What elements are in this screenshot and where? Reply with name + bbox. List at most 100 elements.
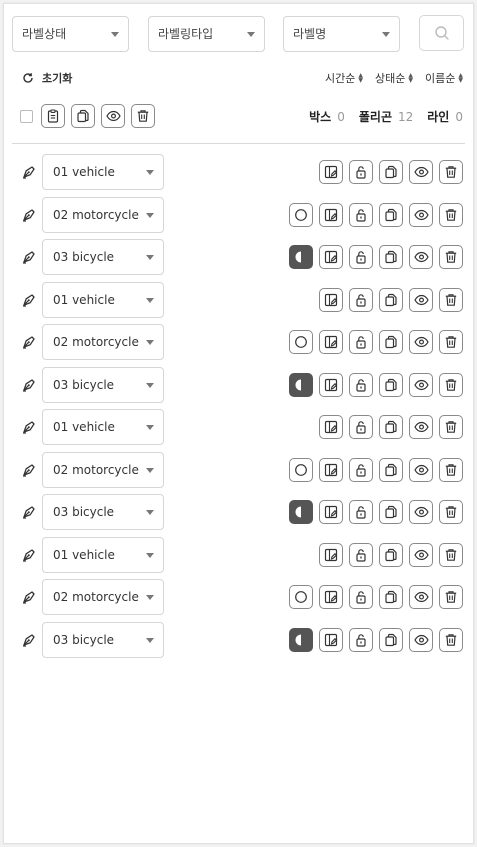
lock-button[interactable] [349, 542, 373, 567]
delete-button[interactable] [439, 287, 463, 312]
row-label-select[interactable]: 02 motorcycle [42, 324, 164, 360]
delete-button[interactable] [439, 330, 463, 354]
copy-button[interactable] [379, 287, 403, 312]
edit-note-button[interactable] [319, 372, 343, 397]
edit-note-button[interactable] [319, 542, 343, 567]
status-toggle-button[interactable] [289, 372, 313, 397]
pen-tool-button[interactable] [21, 504, 37, 520]
status-toggle-button[interactable] [289, 500, 313, 524]
copy-button[interactable] [379, 330, 403, 354]
pen-tool-button[interactable] [21, 462, 37, 478]
visibility-button[interactable] [409, 245, 433, 269]
pen-tool-button[interactable] [21, 292, 37, 308]
row-label-select[interactable]: 01 vehicle [42, 536, 164, 573]
lock-button[interactable] [349, 160, 373, 184]
sort-name-button[interactable]: 이름순 ▲ ▼ [425, 70, 463, 86]
pen-tool-button[interactable] [21, 419, 37, 435]
row-label-select[interactable]: 01 vehicle [42, 154, 164, 190]
clipboard-button[interactable] [41, 104, 65, 128]
label-status-select[interactable]: 라벨상태 [12, 15, 129, 52]
copy-button[interactable] [379, 372, 403, 397]
visibility-button[interactable] [409, 415, 433, 439]
row-label-select[interactable]: 03 bicycle [42, 366, 164, 403]
delete-button[interactable] [439, 160, 463, 184]
lock-button[interactable] [349, 202, 373, 227]
row-label-select[interactable]: 02 motorcycle [42, 196, 164, 233]
delete-all-button[interactable] [131, 104, 155, 128]
status-toggle-button[interactable] [289, 585, 313, 609]
visibility-button[interactable] [409, 287, 433, 312]
edit-note-button[interactable] [319, 330, 343, 354]
lock-button[interactable] [349, 245, 373, 269]
edit-note-button[interactable] [319, 457, 343, 482]
row-label-select[interactable]: 03 bicycle [42, 239, 164, 275]
edit-note-button[interactable] [319, 500, 343, 524]
copy-button[interactable] [379, 542, 403, 567]
select-all-checkbox[interactable] [20, 109, 33, 123]
status-toggle-button[interactable] [289, 627, 313, 652]
lock-button[interactable] [349, 330, 373, 354]
pen-tool-button[interactable] [21, 547, 37, 563]
row-label-select[interactable]: 02 motorcycle [42, 579, 164, 615]
delete-button[interactable] [439, 457, 463, 482]
row-label-select[interactable]: 01 vehicle [42, 281, 164, 318]
search-button[interactable] [419, 15, 464, 51]
pen-tool-button[interactable] [21, 164, 37, 180]
copy-button[interactable] [379, 245, 403, 269]
delete-button[interactable] [439, 415, 463, 439]
lock-button[interactable] [349, 415, 373, 439]
edit-note-button[interactable] [319, 202, 343, 227]
lock-button[interactable] [349, 585, 373, 609]
row-label-select[interactable]: 01 vehicle [42, 409, 164, 445]
status-toggle-button[interactable] [289, 202, 313, 227]
row-label-select[interactable]: 02 motorcycle [42, 451, 164, 488]
lock-button[interactable] [349, 372, 373, 397]
visibility-button[interactable] [409, 627, 433, 652]
visibility-button[interactable] [409, 372, 433, 397]
copy-button[interactable] [379, 202, 403, 227]
visibility-button[interactable] [409, 585, 433, 609]
visibility-button[interactable] [409, 160, 433, 184]
delete-button[interactable] [439, 585, 463, 609]
delete-button[interactable] [439, 627, 463, 652]
status-toggle-button[interactable] [289, 457, 313, 482]
sort-time-button[interactable]: 시간순 ▲ ▼ [325, 70, 363, 86]
delete-button[interactable] [439, 500, 463, 524]
lock-button[interactable] [349, 287, 373, 312]
visibility-button[interactable] [409, 457, 433, 482]
pen-tool-button[interactable] [21, 377, 37, 393]
pen-tool-button[interactable] [21, 207, 37, 223]
copy-button[interactable] [379, 457, 403, 482]
edit-note-button[interactable] [319, 627, 343, 652]
show-all-button[interactable] [101, 104, 125, 128]
copy-button[interactable] [379, 585, 403, 609]
visibility-button[interactable] [409, 542, 433, 567]
status-toggle-button[interactable] [289, 330, 313, 354]
status-toggle-button[interactable] [289, 245, 313, 269]
delete-button[interactable] [439, 245, 463, 269]
visibility-button[interactable] [409, 202, 433, 227]
pen-tool-button[interactable] [21, 249, 37, 265]
lock-button[interactable] [349, 500, 373, 524]
pen-tool-button[interactable] [21, 334, 37, 350]
edit-note-button[interactable] [319, 415, 343, 439]
edit-note-button[interactable] [319, 287, 343, 312]
delete-button[interactable] [439, 202, 463, 227]
edit-note-button[interactable] [319, 585, 343, 609]
lock-button[interactable] [349, 457, 373, 482]
edit-note-button[interactable] [319, 160, 343, 184]
pen-tool-button[interactable] [21, 632, 37, 648]
copy-all-button[interactable] [71, 104, 95, 128]
row-label-select[interactable]: 03 bicycle [42, 621, 164, 658]
pen-tool-button[interactable] [21, 589, 37, 605]
labeling-type-select[interactable]: 라벨링타입 [148, 15, 265, 52]
lock-button[interactable] [349, 627, 373, 652]
row-label-select[interactable]: 03 bicycle [42, 494, 164, 530]
delete-button[interactable] [439, 372, 463, 397]
label-name-select[interactable]: 라벨명 [283, 15, 400, 52]
delete-button[interactable] [439, 542, 463, 567]
visibility-button[interactable] [409, 330, 433, 354]
copy-button[interactable] [379, 627, 403, 652]
copy-button[interactable] [379, 500, 403, 524]
visibility-button[interactable] [409, 500, 433, 524]
